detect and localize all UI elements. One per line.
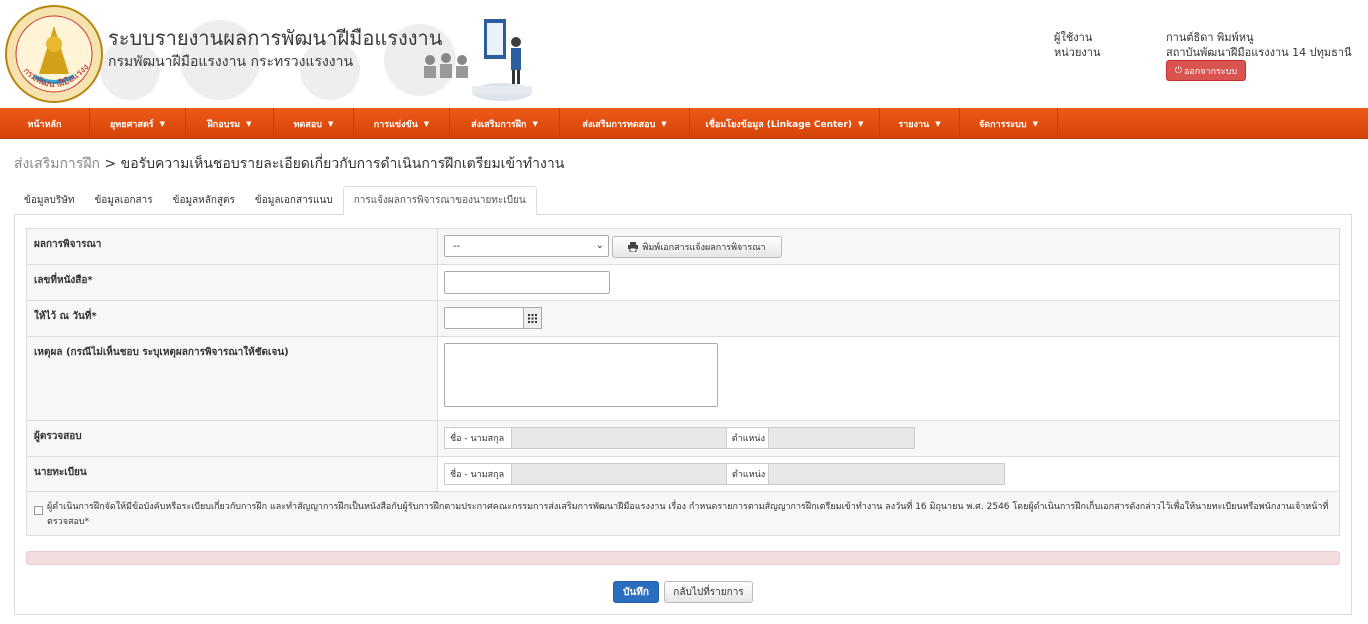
inspector-input-group: ชื่อ - นามสกุล ตำแหน่ง <box>444 427 915 449</box>
nav-item-competition[interactable]: การแข่งขัน ▼ <box>354 108 450 139</box>
registrar-label: นายทะเบียน <box>34 467 87 478</box>
inspector-position-addon: ตำแหน่ง <box>726 428 769 448</box>
print-result-label: พิมพ์เอกสารแจ้งผลการพิจารณา <box>642 243 766 253</box>
registrar-position-addon: ตำแหน่ง <box>727 464 769 484</box>
breadcrumb-parent-link[interactable]: ส่งเสริมการฝึก <box>14 156 100 172</box>
nav-item-system-admin[interactable]: จัดการระบบ ▼ <box>960 108 1058 139</box>
calendar-button[interactable] <box>523 307 542 329</box>
registrar-position-field <box>768 464 1005 484</box>
doc-number-label: เลขที่หนังสือ* <box>34 275 93 286</box>
nav-item-linkage-center[interactable]: เชื่อมโยงข้อมูล (Linkage Center) ▼ <box>690 108 880 139</box>
nav-item-strategy[interactable]: ยุทธศาสตร์ ▼ <box>90 108 186 139</box>
tab-course-info[interactable]: ข้อมูลหลักสูตร <box>163 186 245 215</box>
department-logo: กรมพัฒนาฝีมือแรงงาน <box>4 4 103 103</box>
app-title: ระบบรายงานผลการพัฒนาฝีมือแรงงาน <box>108 26 443 50</box>
chevron-down-icon: ▼ <box>661 119 667 128</box>
power-icon: ⏻ <box>1174 65 1182 76</box>
doc-number-row: เลขที่หนังสือ* <box>26 264 1340 301</box>
app-subtitle: กรมพัฒนาฝีมือแรงงาน กระทรวงแรงงาน <box>108 54 354 70</box>
page-title: ขอรับความเห็นชอบรายละเอียดเกี่ยวกับการดำ… <box>120 156 565 172</box>
issue-date-row: ให้ไว้ ณ วันที่* <box>26 300 1340 337</box>
chevron-down-icon: ▼ <box>246 119 252 128</box>
nav-item-testing[interactable]: ทดสอบ ▼ <box>274 108 354 139</box>
tab-registrar-result[interactable]: การแจ้งผลการพิจารณาของนายทะเบียน <box>342 186 537 215</box>
chevron-down-icon: ▼ <box>857 119 864 128</box>
print-result-button[interactable]: พิมพ์เอกสารแจ้งผลการพิจารณา <box>612 236 782 258</box>
calendar-grid-icon <box>528 313 537 323</box>
inspector-position-field <box>768 428 914 448</box>
tab-document-info[interactable]: ข้อมูลเอกสาร <box>84 186 162 215</box>
nav-item-reports[interactable]: รายงาน ▼ <box>880 108 960 139</box>
nav-item-testing-promotion[interactable]: ส่งเสริมการทดสอบ ▼ <box>560 108 690 139</box>
back-to-list-button[interactable]: กลับไปที่รายการ <box>664 581 753 603</box>
consent-text: ผู้ดำเนินการฝึกจัดให้มีข้อบังคับหรือระเบ… <box>47 502 1329 527</box>
tab-bar: ข้อมูลบริษัท ข้อมูลเอกสาร ข้อมูลหลักสูตร… <box>14 186 537 215</box>
reason-textarea[interactable] <box>444 343 718 407</box>
consent-checkbox[interactable] <box>34 506 43 515</box>
unit-name: สถาบันพัฒนาฝีมือแรงงาน 14 ปทุมธานี <box>1166 46 1352 59</box>
alert-message-bar <box>26 551 1340 565</box>
printer-icon <box>628 242 639 252</box>
main-navbar: หน้าหลัก ยุทธศาสตร์ ▼ ฝึกอบรม ▼ ทดสอบ ▼ การ… <box>0 108 1368 139</box>
app-header: กรมพัฒนาฝีมือแรงงาน ระบบรายงานผลการพัฒนา… <box>0 0 1368 108</box>
inspector-name-addon: ชื่อ - นามสกุล <box>445 428 512 448</box>
issue-date-input[interactable] <box>444 307 524 329</box>
chevron-down-icon: ⌄ <box>595 240 604 251</box>
nav-item-home[interactable]: หน้าหลัก <box>0 108 90 139</box>
registrar-input-group: ชื่อ - นามสกุล ตำแหน่ง <box>444 463 1005 485</box>
chevron-down-icon: ▼ <box>423 119 430 128</box>
chevron-down-icon: ▼ <box>1032 119 1038 128</box>
doc-number-input[interactable] <box>444 271 610 294</box>
tab-attachments[interactable]: ข้อมูลเอกสารแนบ <box>245 186 343 215</box>
unit-label: หน่วยงาน <box>1054 46 1101 59</box>
nav-item-training-promotion[interactable]: ส่งเสริมการฝึก ▼ <box>450 108 560 139</box>
tab-company-info[interactable]: ข้อมูลบริษัท <box>14 186 84 215</box>
breadcrumb: ส่งเสริมการฝึก > ขอรับความเห็นชอบรายละเอ… <box>14 153 564 175</box>
result-select-value: -- <box>453 240 461 252</box>
presenter-illustration-icon <box>424 19 532 101</box>
issue-date-label: ให้ไว้ ณ วันที่* <box>34 311 97 322</box>
logout-label: ออกจากระบบ <box>1183 66 1238 77</box>
chevron-down-icon: ▼ <box>532 119 538 128</box>
registrar-name-addon: ชื่อ - นามสกุล <box>445 464 512 484</box>
save-button[interactable]: บันทึก <box>613 581 659 603</box>
consent-row: ผู้ดำเนินการฝึกจัดให้มีข้อบังคับหรือระเบ… <box>26 491 1340 536</box>
chevron-down-icon: ▼ <box>935 119 941 128</box>
breadcrumb-separator: > <box>104 156 117 172</box>
result-select[interactable]: -- ⌄ <box>444 235 609 257</box>
reason-label: เหตุผล (กรณีไม่เห็นชอบ ระบุเหตุผลการพิจา… <box>34 347 289 358</box>
chevron-down-icon: ▼ <box>159 119 166 128</box>
registrar-name-field <box>511 464 727 484</box>
chevron-down-icon: ▼ <box>328 119 334 128</box>
result-label: ผลการพิจารณา <box>34 239 102 250</box>
nav-item-training[interactable]: ฝึกอบรม ▼ <box>186 108 274 139</box>
logout-button[interactable]: ⏻ ออกจากระบบ <box>1166 60 1246 81</box>
inspector-label: ผู้ตรวจสอบ <box>34 431 82 442</box>
inspector-name-field <box>511 428 727 448</box>
